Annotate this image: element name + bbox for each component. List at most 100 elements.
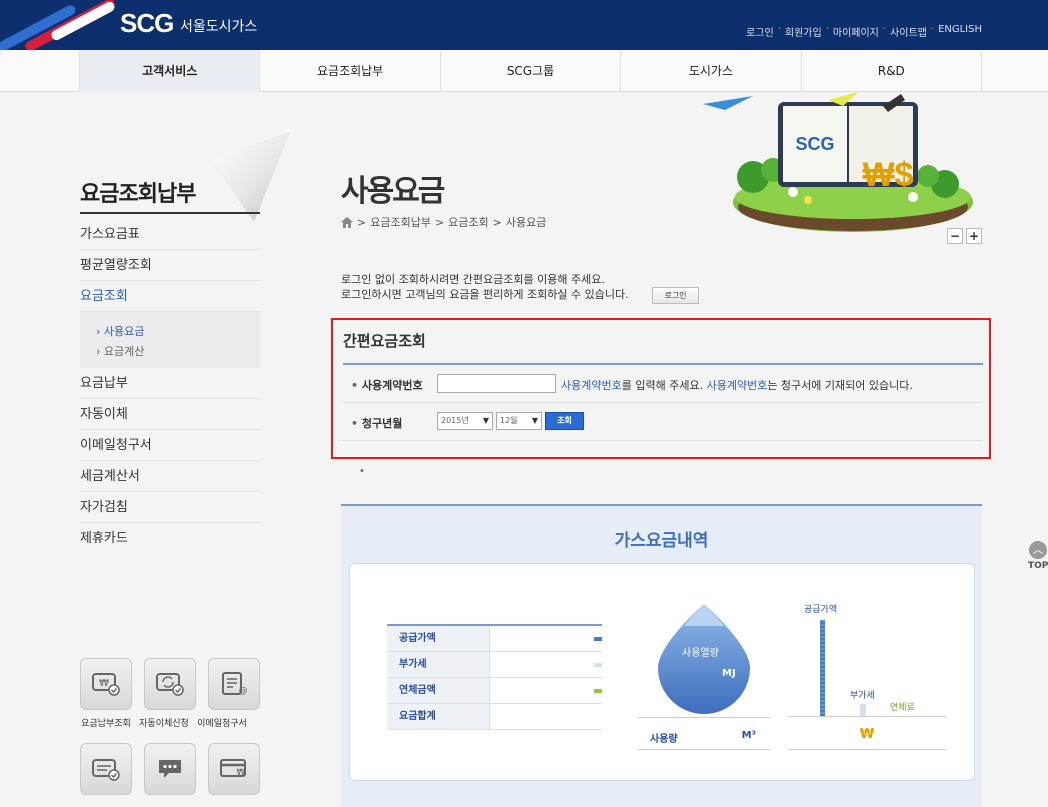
svg-text:SCG: SCG (795, 134, 834, 154)
mypage-link[interactable]: 마이페이지 (833, 24, 879, 39)
page-title: 사용요금 (341, 174, 445, 209)
fee-label-late: 연체금액 (387, 678, 490, 703)
notice-line: 로그인 없이 조회하시려면 간편요금조회를 이용해 주세요. (341, 273, 605, 286)
hint-text: 는 청구서에 기재되어 있습니다. (767, 379, 913, 392)
water-drop-icon (658, 604, 750, 714)
zoom-out-button[interactable]: − (947, 228, 963, 244)
sidebar-title-divider (80, 212, 260, 214)
year-select[interactable]: 2015년 (437, 412, 493, 430)
home-icon[interactable] (341, 216, 353, 228)
breadcrumb-separator: > (357, 215, 367, 229)
auto-transfer-icon[interactable] (144, 658, 196, 710)
email-bill-icon[interactable]: @ (208, 658, 260, 710)
history-panel: 공급가액 부가세 연체금액 요금합계 사용열량 MJ 사용량 M³ 공급가액 부… (349, 563, 975, 781)
month-select[interactable]: 12월 (496, 412, 542, 430)
font-zoom-controls: − + (947, 228, 982, 244)
chart-axis (788, 716, 946, 717)
card-icon[interactable]: ₩ (208, 743, 260, 795)
bar-vat (860, 704, 866, 716)
nav-customer-service[interactable]: 고객서비스 (79, 50, 260, 92)
sidebar-sub-usage-fee[interactable]: 사용요금 (96, 322, 260, 342)
scroll-top-button[interactable]: ︿ TOP (1028, 541, 1048, 571)
logo[interactable]: SCG (120, 8, 174, 39)
breadcrumb-separator: > (434, 215, 445, 229)
nav-billing[interactable]: 요금조회납부 (259, 50, 439, 92)
contract-number-link[interactable]: 사용계약번호 (707, 379, 768, 392)
contract-number-label: 사용계약번호 (351, 377, 423, 393)
bar-label-vat: 부가세 (850, 691, 875, 701)
bar-label-late: 연체료 (890, 703, 915, 713)
hint-text: 를 입력해 주세요. (621, 379, 704, 392)
quick-search-title: 간편요금조회 (343, 332, 426, 350)
breadcrumb-separator: > (492, 215, 502, 229)
breadcrumb: > 요금조회납부 > 요금조회 > 사용요금 (341, 214, 546, 230)
sidebar-item-self-reading[interactable]: 자가검침 (80, 492, 260, 523)
sitemap-link[interactable]: 사이트맵 (890, 24, 927, 39)
fee-label-total: 요금합계 (387, 704, 490, 729)
signup-link[interactable]: 회원가입 (785, 24, 822, 39)
sidebar-item-partner-card[interactable]: 제휴카드 (80, 523, 260, 554)
quick-menu: ₩ @ 요금납부조회 자동이체신청 이메일청구서 ₩ (80, 658, 260, 803)
currency-symbol: ₩ (788, 724, 946, 750)
separator: · (825, 24, 829, 35)
separator: · (777, 24, 781, 35)
site-header: SCG 서울도시가스 로그인 · 회원가입 · 마이페이지 · 사이트맵 · E… (0, 0, 1048, 50)
sidebar-title: 요금조회납부 (80, 182, 196, 207)
bill-check-icon[interactable] (80, 743, 132, 795)
hero-illustration: SCG ₩$ (703, 92, 973, 232)
main-content: SCG ₩$ 사용요금 > 요금조회납부 > 요금조회 > 사용요금 − + 로… (331, 92, 991, 807)
search-button[interactable]: 조회 (545, 412, 584, 430)
login-button[interactable]: 로그인 (652, 287, 699, 304)
bullet-dot: • (359, 466, 365, 477)
sidebar-item-auto-transfer[interactable]: 자동이체 (80, 399, 260, 430)
nav-rnd[interactable]: R&D (800, 50, 983, 92)
svg-text:₩: ₩ (237, 768, 246, 778)
zoom-in-button[interactable]: + (966, 228, 982, 244)
usage-label: 사용량 (650, 734, 678, 745)
quick-label-email-bill[interactable]: 이메일청구서 (190, 716, 254, 729)
table-row: 공급가액 (387, 626, 602, 652)
login-link[interactable]: 로그인 (746, 24, 774, 39)
sidebar-menu: 가스요금표 평균열량조회 요금조회 사용요금 요금계산 요금납부 자동이체 이메… (80, 219, 260, 554)
quick-label-payment[interactable]: 요금납부조회 (74, 716, 138, 729)
contract-number-row: 사용계약번호 사용계약번호를 입력해 주세요. 사용계약번호는 청구서에 기재되… (343, 365, 983, 403)
sidebar-submenu: 사용요금 요금계산 (80, 312, 260, 368)
nav-scg-group[interactable]: SCG그룹 (439, 50, 620, 92)
bar-label-supply: 공급가액 (804, 605, 838, 615)
fee-label-vat: 부가세 (387, 652, 490, 677)
supply-color-mark (594, 637, 602, 641)
bar-supply (820, 620, 825, 716)
fee-table: 공급가액 부가세 연체금액 요금합계 (387, 624, 602, 730)
quick-fee-search: 간편요금조회 사용계약번호 사용계약번호를 입력해 주세요. 사용계약번호는 청… (331, 318, 991, 459)
contract-number-link[interactable]: 사용계약번호 (561, 379, 622, 392)
contract-number-input[interactable] (437, 374, 556, 393)
billing-period-label: 청구년월 (351, 415, 402, 431)
top-label: TOP (1028, 561, 1048, 571)
table-row: 연체금액 (387, 678, 602, 704)
sidebar-item-gas-rates[interactable]: 가스요금표 (80, 219, 260, 250)
nav-city-gas[interactable]: 도시가스 (620, 50, 800, 92)
separator: · (882, 24, 887, 35)
sidebar-item-avg-heat[interactable]: 평균열량조회 (80, 250, 260, 281)
sidebar-item-tax-invoice[interactable]: 세금계산서 (80, 461, 260, 492)
history-title: 가스요금내역 (614, 531, 709, 551)
sidebar-item-email-bill[interactable]: 이메일청구서 (80, 430, 260, 461)
top-links: 로그인 · 회원가입 · 마이페이지 · 사이트맵 · ENGLISH (746, 24, 982, 39)
logo-subtitle[interactable]: 서울도시가스 (180, 16, 257, 36)
vat-color-mark (594, 663, 602, 667)
breadcrumb-item[interactable]: 요금조회납부 (370, 214, 431, 230)
quick-label-auto-transfer[interactable]: 자동이체신청 (132, 716, 196, 729)
table-row: 부가세 (387, 652, 602, 678)
sidebar-sub-fee-calc[interactable]: 요금계산 (96, 342, 260, 362)
chevron-up-icon: ︿ (1029, 541, 1047, 559)
contract-number-hint: 사용계약번호를 입력해 주세요. 사용계약번호는 청구서에 기재되어 있습니다. (561, 377, 913, 393)
english-link[interactable]: ENGLISH (938, 24, 982, 39)
breadcrumb-item[interactable]: 요금조회 (448, 214, 488, 230)
sidebar-item-fee-inquiry[interactable]: 요금조회 (80, 281, 260, 312)
svg-text:@: @ (239, 686, 248, 696)
sidebar-item-payment[interactable]: 요금납부 (80, 368, 260, 399)
payment-lookup-icon[interactable]: ₩ (80, 658, 132, 710)
chat-icon[interactable] (144, 743, 196, 795)
drop-unit: MJ (722, 668, 736, 679)
separator: · (930, 24, 935, 35)
